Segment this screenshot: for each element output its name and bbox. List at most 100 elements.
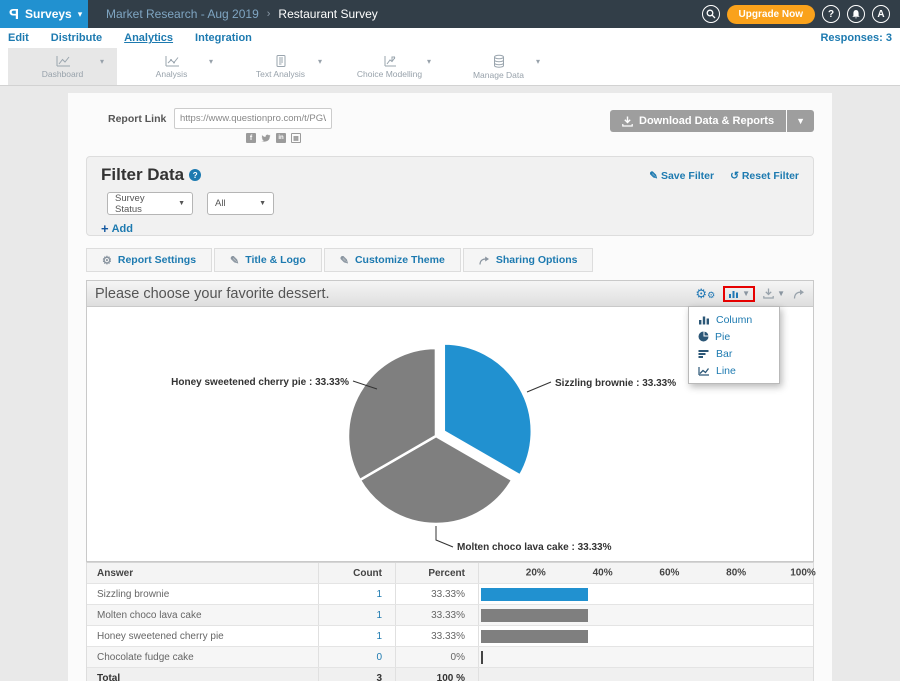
count-link[interactable]: 1 <box>376 589 382 600</box>
avatar[interactable]: A <box>872 5 890 23</box>
percent-cell: 33.33% <box>396 584 479 604</box>
chevron-down-icon[interactable]: ▾ <box>209 57 213 66</box>
table-total-row: Total3100 % <box>87 667 813 681</box>
plus-icon: + <box>101 221 109 236</box>
pie-label-leader-line <box>436 526 453 547</box>
help-icon[interactable]: ? <box>822 5 840 23</box>
question-title: Please choose your favorite dessert. <box>95 286 330 302</box>
status-value-select[interactable]: All▼ <box>207 192 274 215</box>
reset-filter-button[interactable]: ↺ Reset Filter <box>730 170 799 182</box>
pie-slice-label: Honey sweetened cherry pie : 33.33% <box>171 377 349 388</box>
breadcrumb-project-link[interactable]: Market Research - Aug 2019 <box>106 7 259 21</box>
pie-slice-label: Sizzling brownie : 33.33% <box>555 378 676 389</box>
filter-data-title: Filter Data ? <box>101 165 201 185</box>
twitter-icon[interactable] <box>261 134 271 143</box>
axis-tick-20%: 20% <box>526 568 546 579</box>
filter-data-panel: Filter Data ? ✎ Save Filter ↺ Reset Filt… <box>86 156 814 236</box>
chart-download-button[interactable]: ▼ <box>763 288 785 299</box>
section-nav: Edit Distribute Analytics Integration Re… <box>0 28 900 48</box>
tab-sharing-options[interactable]: Sharing Options <box>463 248 594 272</box>
filter-selects: Survey Status▼ All▼ <box>107 192 799 215</box>
chevron-down-icon: ▼ <box>742 289 750 298</box>
chevron-down-icon: ▼ <box>777 289 785 298</box>
question-chart-panel: Please choose your favorite dessert. ⚙⚙ … <box>86 280 814 562</box>
chevron-down-icon[interactable]: ▾ <box>536 57 540 66</box>
menu-item-pie[interactable]: Pie <box>689 328 779 345</box>
percent-cell: 33.33% <box>396 605 479 625</box>
report-link-input[interactable] <box>174 108 332 129</box>
top-navigation-bar: P Surveys ▾ Market Research - Aug 2019 ›… <box>0 0 900 28</box>
topbar-actions: Upgrade Now ? A <box>702 5 900 24</box>
chevron-down-icon: ▾ <box>78 9 83 20</box>
chart-settings-gears-icon[interactable]: ⚙⚙ <box>695 287 715 300</box>
analytics-toolbar: ▾ Dashboard ▾ Analysis ▾ Text Analysis ▾… <box>0 48 900 86</box>
notifications-bell-icon[interactable] <box>847 5 865 23</box>
chart-type-selector-highlighted[interactable]: ▼ <box>723 286 755 302</box>
filter-actions: ✎ Save Filter ↺ Reset Filter <box>649 170 799 182</box>
count-link[interactable]: 1 <box>376 610 382 621</box>
bar-cell <box>479 605 813 625</box>
table-row: Chocolate fudge cake00% <box>87 646 813 667</box>
embed-icon[interactable]: ▦ <box>291 133 301 143</box>
edit-icon: ✎ <box>340 254 349 267</box>
chevron-down-icon[interactable]: ▾ <box>318 57 322 66</box>
report-link-row: Report Link f in ▦ Download Data & Repor… <box>86 105 814 148</box>
share-icons: f in ▦ <box>246 133 301 143</box>
pie-label-leader-line <box>527 382 551 392</box>
count-cell: 1 <box>319 626 396 646</box>
tab-title-logo[interactable]: ✎Title & Logo <box>214 248 322 272</box>
database-icon <box>491 54 507 69</box>
answer-cell: Honey sweetened cherry pie <box>87 626 319 646</box>
toolbar-item-choice-modelling[interactable]: ▾ Choice Modelling <box>335 48 444 85</box>
save-filter-button[interactable]: ✎ Save Filter <box>649 170 714 182</box>
menu-item-bar[interactable]: Bar <box>689 345 779 362</box>
header-answer: Answer <box>87 563 319 583</box>
results-table: AnswerCountPercent20%40%60%80%100%Sizzli… <box>86 562 814 681</box>
menu-item-column[interactable]: Column <box>689 311 779 328</box>
model-chart-icon <box>381 54 399 68</box>
search-icon[interactable] <box>702 5 720 23</box>
count-link[interactable]: 1 <box>376 631 382 642</box>
toolbar-item-manage-data[interactable]: ▾ Manage Data <box>444 48 553 85</box>
toolbar-item-analysis[interactable]: ▾ Analysis <box>117 48 226 85</box>
header-axis-ticks: 20%40%60%80%100% <box>479 563 813 583</box>
chart-share-button[interactable] <box>793 289 805 299</box>
nav-item-integration[interactable]: Integration <box>195 32 252 44</box>
nav-item-distribute[interactable]: Distribute <box>51 32 102 44</box>
toolbar-item-dashboard[interactable]: ▾ Dashboard <box>8 48 117 85</box>
bar-cell <box>479 647 813 667</box>
download-data-reports-button[interactable]: Download Data & Reports ▼ <box>610 110 814 132</box>
count-cell: 1 <box>319 605 396 625</box>
nav-item-edit[interactable]: Edit <box>8 32 29 44</box>
nav-item-analytics[interactable]: Analytics <box>124 32 173 44</box>
menu-item-line[interactable]: Line <box>689 362 779 379</box>
survey-status-select[interactable]: Survey Status▼ <box>107 192 193 215</box>
responses-count-link[interactable]: Responses: 3 <box>820 32 892 44</box>
total-count: 3 <box>319 668 396 681</box>
chevron-down-icon[interactable]: ▾ <box>100 57 104 66</box>
add-filter-button[interactable]: + Add <box>101 221 133 236</box>
download-options-caret[interactable]: ▼ <box>786 110 814 132</box>
table-row: Honey sweetened cherry pie133.33% <box>87 625 813 646</box>
answer-bar <box>481 588 588 601</box>
surveys-menu-button[interactable]: P Surveys ▾ <box>0 0 88 28</box>
facebook-icon[interactable]: f <box>246 133 256 143</box>
line-chart-icon <box>54 54 72 68</box>
count-link[interactable]: 0 <box>376 652 382 663</box>
bar-cell <box>479 626 813 646</box>
tab-customize-theme[interactable]: ✎Customize Theme <box>324 248 461 272</box>
linkedin-icon[interactable]: in <box>276 133 286 143</box>
chevron-down-icon[interactable]: ▾ <box>427 57 431 66</box>
share-icon <box>479 256 490 265</box>
chevron-down-icon: ▼ <box>259 200 266 207</box>
chart-type-menu: Column Pie Bar Line <box>688 306 780 384</box>
report-tabs: ⚙Report Settings ✎Title & Logo ✎Customiz… <box>86 248 814 272</box>
upgrade-now-button[interactable]: Upgrade Now <box>727 5 815 24</box>
toolbar-item-text-analysis[interactable]: ▾ Text Analysis <box>226 48 335 85</box>
bar-cell <box>479 584 813 604</box>
help-icon[interactable]: ? <box>189 169 201 181</box>
chevron-down-icon: ▼ <box>178 200 185 207</box>
download-icon <box>622 116 633 127</box>
download-icon <box>763 288 774 299</box>
tab-report-settings[interactable]: ⚙Report Settings <box>86 248 212 272</box>
